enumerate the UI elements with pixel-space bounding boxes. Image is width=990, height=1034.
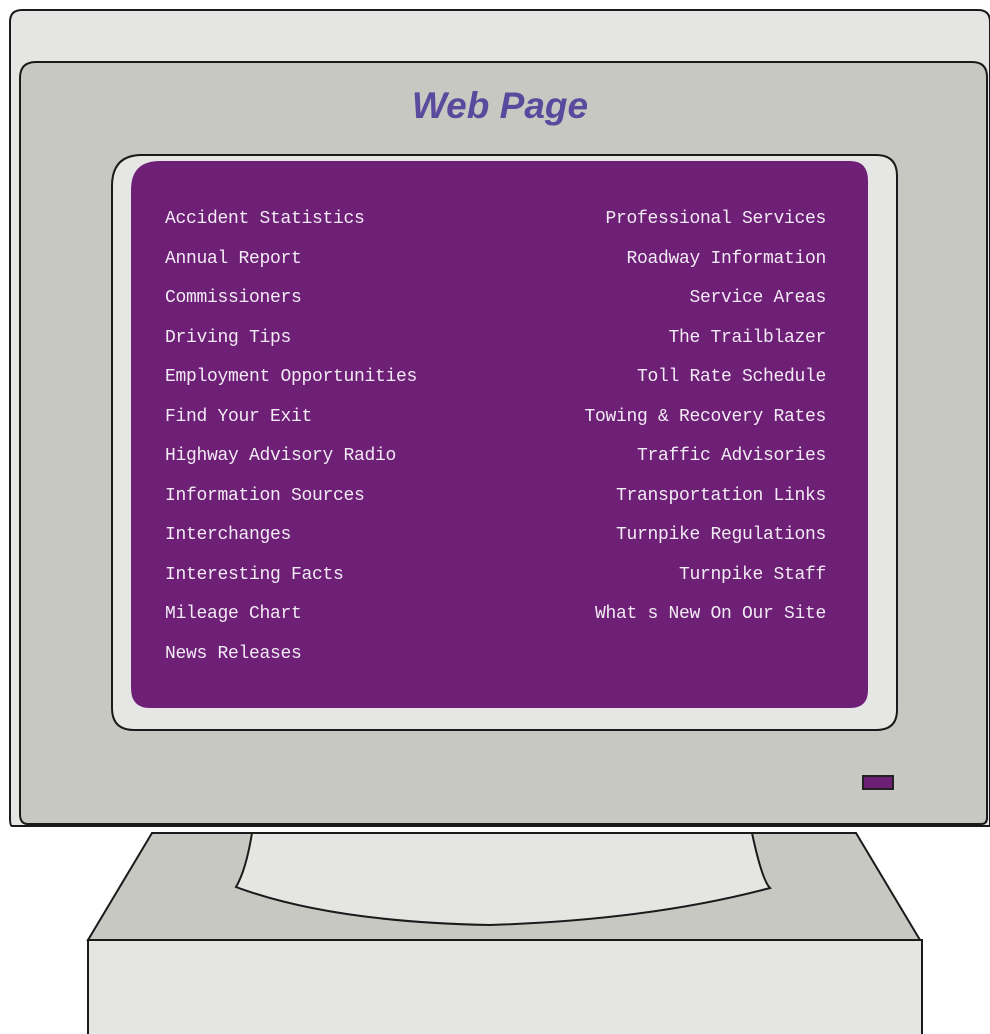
link-whats-new[interactable]: What s New On Our Site [584,601,826,641]
screen-links-area: Accident Statistics Annual Report Commis… [135,160,865,705]
link-interchanges[interactable]: Interchanges [165,522,417,562]
link-transportation-links[interactable]: Transportation Links [584,483,826,523]
link-news-releases[interactable]: News Releases [165,641,417,681]
link-toll-rate-schedule[interactable]: Toll Rate Schedule [584,364,826,404]
link-mileage-chart[interactable]: Mileage Chart [165,601,417,641]
right-link-list: Professional Services Roadway Informatio… [584,206,826,641]
link-interesting-facts[interactable]: Interesting Facts [165,562,417,602]
left-link-list: Accident Statistics Annual Report Commis… [165,206,417,680]
link-traffic-advisories[interactable]: Traffic Advisories [584,443,826,483]
link-annual-report[interactable]: Annual Report [165,246,417,286]
link-employment-opportunities[interactable]: Employment Opportunities [165,364,417,404]
link-roadway-information[interactable]: Roadway Information [584,246,826,286]
link-turnpike-regulations[interactable]: Turnpike Regulations [584,522,826,562]
monitor-base [87,939,923,1034]
link-service-areas[interactable]: Service Areas [584,285,826,325]
link-accident-statistics[interactable]: Accident Statistics [165,206,417,246]
link-towing-recovery-rates[interactable]: Towing & Recovery Rates [584,404,826,444]
link-driving-tips[interactable]: Driving Tips [165,325,417,365]
link-professional-services[interactable]: Professional Services [584,206,826,246]
link-commissioners[interactable]: Commissioners [165,285,417,325]
power-indicator-icon [862,775,894,790]
page-title: Web Page [411,85,589,126]
link-find-your-exit[interactable]: Find Your Exit [165,404,417,444]
link-information-sources[interactable]: Information Sources [165,483,417,523]
link-the-trailblazer[interactable]: The Trailblazer [584,325,826,365]
link-turnpike-staff[interactable]: Turnpike Staff [584,562,826,602]
link-highway-advisory-radio[interactable]: Highway Advisory Radio [165,443,417,483]
